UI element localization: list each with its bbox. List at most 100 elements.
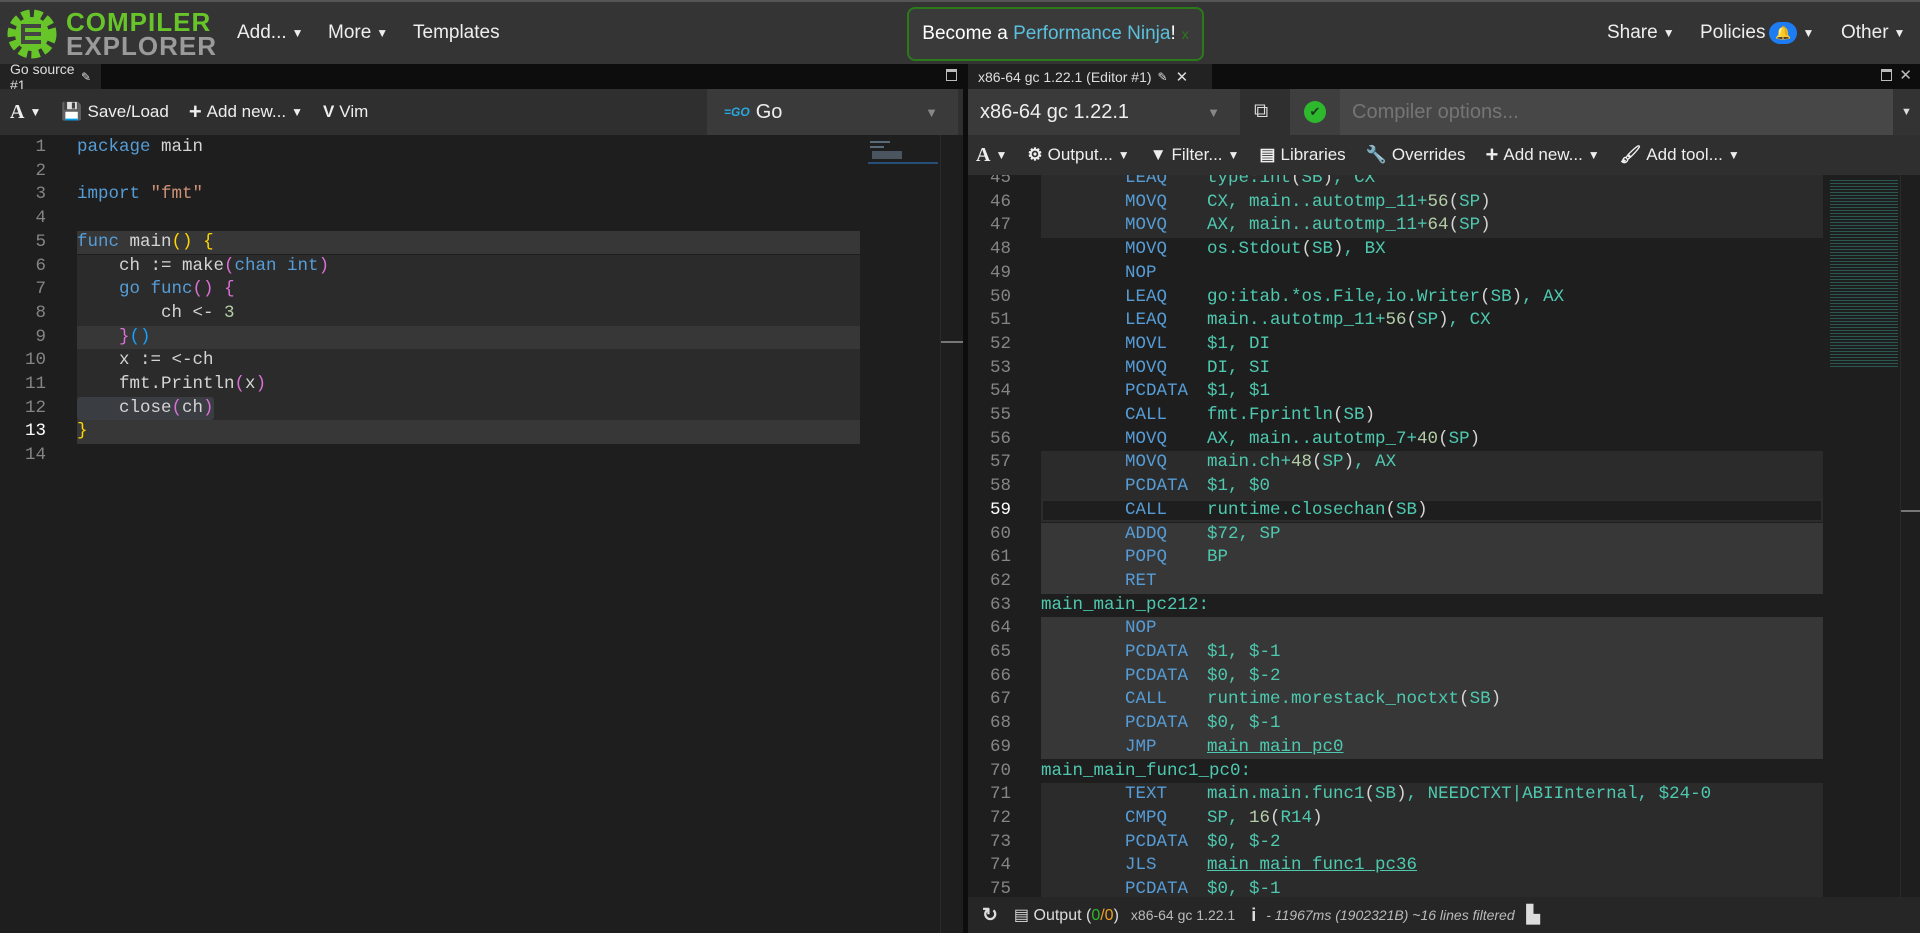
asm-operand-token: ) (1322, 175, 1334, 188)
line-number: 69 (989, 736, 1011, 757)
nav-more-label: More (328, 22, 372, 43)
code-token: ) (318, 255, 330, 276)
line-number: 63 (989, 594, 1011, 615)
asm-operand-token: ) (1333, 239, 1344, 260)
refresh-icon[interactable]: ↻ (982, 904, 998, 927)
overrides-button[interactable]: 🔧 Overrides (1366, 145, 1466, 165)
asm-operand-token: , BX (1343, 239, 1386, 260)
line-number: 4 (35, 208, 46, 229)
asm-line: 54 PCDATA $1, $1 (968, 380, 1900, 404)
asm-jump-link[interactable]: main_main_func1_pc36 (1207, 855, 1417, 875)
options-dropdown-toggle[interactable]: ▼ (1893, 89, 1920, 135)
nav-more-menu[interactable]: More ▼ (328, 2, 388, 64)
add-new-button[interactable]: + Add new... ▼ (1486, 142, 1600, 168)
compiler-select[interactable]: x86-64 gc 1.22.1 ▼ (968, 89, 1240, 135)
asm-line: 73 PCDATA $0, $-2 (968, 830, 1900, 855)
gear-logo-icon (7, 9, 57, 59)
line-number: 12 (24, 397, 46, 418)
nav-other-menu[interactable]: Other ▼ (1841, 2, 1905, 64)
line-number: 56 (989, 428, 1011, 449)
font-size-button[interactable]: A ▼ (976, 144, 1007, 167)
asm-operand-token: $1, $-1 (1207, 642, 1281, 662)
nav-templates-label: Templates (413, 22, 500, 43)
asm-mnemonic: PCDATA (1125, 476, 1189, 497)
source-editor[interactable]: 1 package main 2 3 import "fmt" 4 5 func main()… (0, 135, 940, 933)
language-label: Go (755, 100, 783, 123)
add-tool-button[interactable]: 🖌 Add tool... ▼ (1620, 145, 1740, 165)
tab-go-source[interactable]: Go source #1 ✎ (0, 61, 101, 93)
asm-operand-token: ( (1459, 689, 1470, 710)
language-select[interactable]: =GO Go ▼ (707, 89, 958, 135)
asm-operand-token: ( (1438, 428, 1449, 449)
asm-mnemonic: LEAQ (1125, 175, 1168, 188)
asm-operand-token: fmt.Fprintln (1207, 405, 1334, 425)
line-number: 52 (989, 333, 1011, 354)
popout-icon[interactable]: ⧉ (1254, 100, 1268, 123)
line-highlight (1041, 569, 1823, 594)
asm-operand-token: , CX (1448, 310, 1491, 331)
pencil-icon[interactable]: ✎ (1158, 70, 1168, 84)
code-token: go func (119, 279, 193, 300)
line-number: 75 (989, 879, 1011, 897)
add-new-button[interactable]: + Add new... ▼ (189, 99, 303, 125)
logo[interactable]: COMPILER EXPLORER (4, 6, 217, 62)
asm-mnemonic: RET (1125, 570, 1157, 591)
save-load-button[interactable]: 💾 Save/Load (61, 102, 168, 122)
assembly-output[interactable]: 45 LEAQ type:int(SB), CX 46 MOVQ CX, main..au… (968, 175, 1900, 897)
line-number: 13 (24, 421, 46, 442)
maximize-icon[interactable] (1881, 69, 1892, 81)
asm-operand-token: , CX (1333, 175, 1376, 188)
compiler-options-input[interactable] (1340, 89, 1893, 135)
filter-button[interactable]: ▼ Filter... ▼ (1150, 145, 1240, 165)
asm-operand-token: $1, $1 (1207, 381, 1271, 402)
asm-jump-link[interactable]: main_main_pc0 (1207, 737, 1344, 757)
banner-close-button[interactable]: x (1182, 26, 1189, 42)
close-tab-icon[interactable]: ✕ (1176, 68, 1189, 86)
maximize-icon[interactable] (946, 69, 957, 81)
source-minimap[interactable] (868, 137, 938, 167)
close-pane-icon[interactable]: ✕ (1899, 66, 1912, 84)
info-icon[interactable]: i (1251, 905, 1256, 926)
asm-label: main_main_func1_pc0: (1041, 760, 1252, 781)
compile-status[interactable]: ✔ (1290, 89, 1340, 135)
nav-policies-menu[interactable]: Policies 🔔 ▼ (1700, 2, 1814, 64)
output-close-paren: ) (1113, 907, 1119, 924)
save-icon: 💾 (61, 102, 83, 121)
asm-line: 47 MOVQ AX, main..autotmp_11+64(SP) (968, 214, 1900, 239)
tab-compiler[interactable]: x86-64 gc 1.22.1 (Editor #1) ✎ ✕ (968, 64, 1212, 89)
asm-operand-token: type:int (1207, 175, 1292, 188)
line-number: 11 (24, 374, 46, 394)
pencil-icon[interactable]: ✎ (81, 70, 91, 84)
output-button[interactable]: ▤ Output (0/0) (1014, 905, 1119, 925)
asm-operands: $72, SP (1207, 523, 1281, 547)
compiler-name: x86-64 gc 1.22.1 (980, 100, 1129, 123)
nav-add-label: Add... (237, 22, 287, 43)
nav-share-menu[interactable]: Share ▼ (1607, 2, 1675, 64)
asm-operand-token: ( (1364, 784, 1376, 805)
assembly-minimap[interactable] (1830, 178, 1898, 368)
nav-templates[interactable]: Templates (413, 2, 500, 64)
line-highlight (1041, 854, 1823, 878)
nav-add-menu[interactable]: Add... ▼ (237, 2, 304, 64)
asm-line: 63 main_main_pc212: (968, 594, 1900, 618)
wrench-icon: 🔧 (1365, 145, 1387, 164)
code-token: fmt.Println (77, 374, 235, 394)
libraries-button[interactable]: ▤ Libraries (1259, 145, 1345, 165)
source-scrollbar[interactable] (940, 135, 963, 933)
output-error-count: 0 (1104, 907, 1114, 924)
banner-link[interactable]: Performance Ninja (1013, 23, 1170, 45)
code-text: ch <- 3 (77, 302, 235, 326)
asm-operands: $0, $-1 (1207, 878, 1281, 897)
assembly-scrollbar[interactable] (1900, 175, 1920, 897)
code-text: func main() { (77, 231, 214, 255)
output-options-button[interactable]: ⚙ Output... ▼ (1027, 145, 1129, 165)
asm-line: 68 PCDATA $0, $-1 (968, 712, 1900, 736)
asm-operand-token: SB (1343, 405, 1365, 425)
vim-toggle-button[interactable]: V Vim (323, 102, 368, 122)
font-size-button[interactable]: A ▼ (10, 101, 41, 124)
asm-line: 61 POPQ BP (968, 546, 1900, 570)
chart-icon[interactable]: ▙ (1527, 905, 1540, 925)
code-text: go func() { (77, 278, 235, 302)
